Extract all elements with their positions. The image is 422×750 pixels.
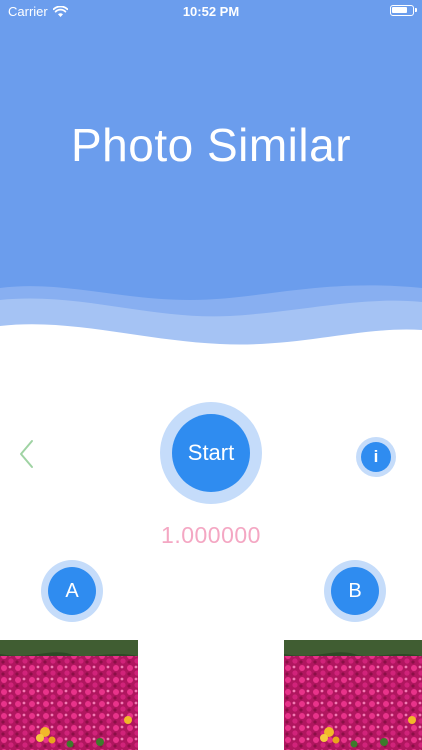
photo-b-image[interactable]: [284, 640, 422, 750]
similarity-score: 1.000000: [161, 522, 261, 548]
photo-b-label: B: [331, 567, 379, 615]
select-photo-b-button[interactable]: B: [324, 560, 386, 622]
photo-a-label: A: [48, 567, 96, 615]
select-photo-a-button[interactable]: A: [41, 560, 103, 622]
info-icon: i: [361, 442, 391, 472]
chevron-left-icon[interactable]: [15, 436, 39, 472]
status-time: 10:52 PM: [182, 4, 240, 19]
info-button[interactable]: i: [356, 437, 396, 477]
start-button-label: Start: [172, 414, 250, 492]
header-banner: Carrier 10:52 PM Photo Similar: [0, 0, 422, 350]
photo-a-image[interactable]: [0, 640, 138, 750]
battery-icon: [390, 5, 417, 16]
status-bar: Carrier 10:52 PM: [0, 0, 422, 22]
start-button[interactable]: Start: [160, 402, 262, 504]
wave-decoration: [0, 285, 422, 350]
app-title: Photo Similar: [70, 119, 352, 171]
